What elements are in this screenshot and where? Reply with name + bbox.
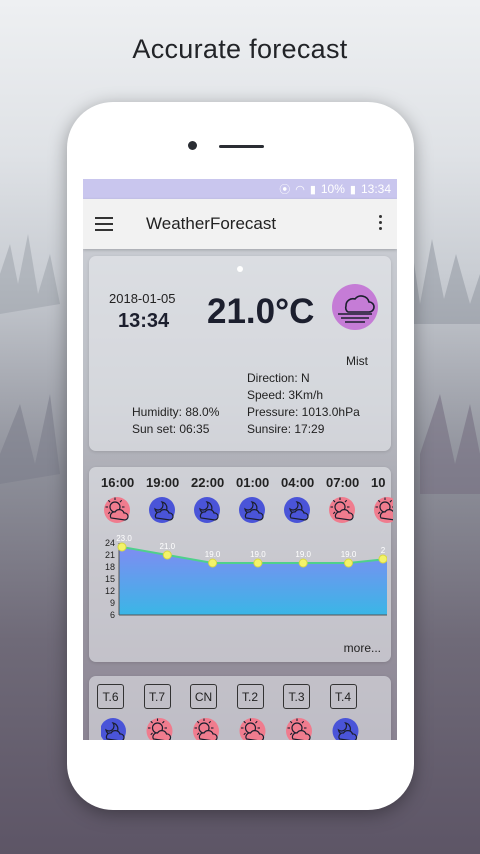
temperature-point xyxy=(344,558,353,568)
night-cloud-blue-icon xyxy=(149,497,175,523)
y-tick-label: 21 xyxy=(105,550,115,560)
hour-label: 07:00 xyxy=(326,475,360,490)
day-label[interactable]: T.6 xyxy=(97,684,124,709)
y-tick-label: 24 xyxy=(105,538,115,548)
night-cloud-blue-icon xyxy=(284,497,310,523)
temperature-point xyxy=(253,558,263,568)
front-camera xyxy=(188,141,197,150)
wind-speed: Speed: 3Km/h xyxy=(247,388,324,402)
overflow-menu-icon[interactable] xyxy=(379,215,383,231)
temperature-point-label: 2 xyxy=(381,546,386,555)
hour-label: 01:00 xyxy=(236,475,270,490)
status-bar: ⦿ ◠ ▮ 10% ▮ 13:34 xyxy=(83,179,397,199)
battery-level: 10% xyxy=(320,182,345,196)
wind-direction: Direction: N xyxy=(247,371,310,385)
day-label[interactable]: T.7 xyxy=(143,684,171,709)
temperature-point xyxy=(378,554,387,564)
temperature-point xyxy=(298,558,308,568)
sun-cloud-red-icon xyxy=(329,497,355,523)
sunset-time: Sun set: 06:35 xyxy=(132,422,210,436)
temperature-point-label: 23.0 xyxy=(116,535,132,543)
app-bar: WeatherForecast xyxy=(83,199,397,249)
temperature-point-label: 19.0 xyxy=(205,550,221,559)
current-temperature: 21.0°C xyxy=(207,292,315,331)
wifi-icon: ◠ xyxy=(295,183,305,196)
temperature-chart: 24 21 18 15 12 9 6 23.0 21.0 19.0 19.0 19.0 19.0 2 xyxy=(105,535,387,620)
app-screen: ⦿ ◠ ▮ 10% ▮ 13:34 WeatherForecast 2018-0… xyxy=(83,179,397,740)
hour-label: 19:00 xyxy=(146,475,180,490)
condition-label: Mist xyxy=(346,354,368,368)
night-cloud-blue-icon xyxy=(332,718,359,740)
y-tick-label: 18 xyxy=(105,562,115,572)
night-cloud-blue-icon xyxy=(194,497,220,523)
headline: Accurate forecast xyxy=(132,34,348,64)
hour-label: 22:00 xyxy=(191,475,225,490)
menu-icon[interactable] xyxy=(95,217,113,231)
night-cloud-blue-icon xyxy=(239,497,265,523)
temperature-point-label: 21.0 xyxy=(160,542,176,551)
hourly-times: 16:00 19:00 22:00 01:00 04:00 07:00 10 xyxy=(101,475,397,490)
sun-cloud-red-icon xyxy=(374,497,393,523)
sun-cloud-red-icon xyxy=(193,718,219,740)
hour-label: 10 xyxy=(371,475,386,490)
current-date: 2018-01-05 xyxy=(109,291,176,306)
hour-label: 16:00 xyxy=(101,475,135,490)
hour-label: 04:00 xyxy=(281,475,315,490)
temperature-point xyxy=(162,550,172,560)
mist-icon xyxy=(332,284,378,330)
temperature-point-label: 19.0 xyxy=(295,550,311,559)
earpiece-speaker xyxy=(219,145,264,148)
location-icon: ⦿ xyxy=(279,184,291,196)
temperature-point xyxy=(117,542,127,552)
page-indicator xyxy=(237,266,243,272)
current-weather-card[interactable]: 2018-01-05 13:34 21.0°C Mist Direction: … xyxy=(89,256,391,451)
sun-cloud-red-icon xyxy=(104,497,130,523)
humidity: Humidity: 88.0% xyxy=(132,405,220,419)
day-label[interactable]: T.4 xyxy=(329,684,357,709)
status-time: 13:34 xyxy=(360,182,391,196)
temperature-point-label: 19.0 xyxy=(250,550,266,559)
battery-icon: ▮ xyxy=(349,183,356,196)
y-tick-label: 6 xyxy=(110,610,115,620)
hourly-weather-icons xyxy=(104,497,393,523)
temperature-point xyxy=(208,558,218,568)
sun-cloud-red-icon xyxy=(239,718,266,740)
day-label[interactable]: T.3 xyxy=(283,684,310,709)
day-label[interactable]: CN xyxy=(190,684,217,709)
daily-weather-icons xyxy=(101,718,359,740)
y-tick-label: 12 xyxy=(105,586,115,596)
app-title: WeatherForecast xyxy=(146,214,277,233)
y-tick-label: 15 xyxy=(105,574,115,584)
pressure: Pressure: 1013.0hPa xyxy=(247,405,360,419)
sunrise-time: Sunsire: 17:29 xyxy=(247,422,325,436)
signal-icon: ▮ xyxy=(309,183,316,196)
day-labels: T.6 T.7 CN T.2 T.3 T.4 xyxy=(97,684,376,709)
current-time: 13:34 xyxy=(118,310,170,332)
sun-cloud-red-icon xyxy=(146,718,173,740)
sun-cloud-red-icon xyxy=(286,718,312,740)
more-link[interactable]: more... xyxy=(344,641,381,655)
temperature-point-label: 19.0 xyxy=(341,550,357,559)
y-tick-label: 9 xyxy=(110,598,115,608)
hourly-forecast-card: 16:00 19:00 22:00 01:00 04:00 07:00 10 2… xyxy=(89,467,393,662)
night-cloud-blue-icon xyxy=(101,718,126,740)
daily-forecast-card: T.6 T.7 CN T.2 T.3 T.4 xyxy=(89,676,391,740)
day-label[interactable]: T.2 xyxy=(236,684,264,709)
